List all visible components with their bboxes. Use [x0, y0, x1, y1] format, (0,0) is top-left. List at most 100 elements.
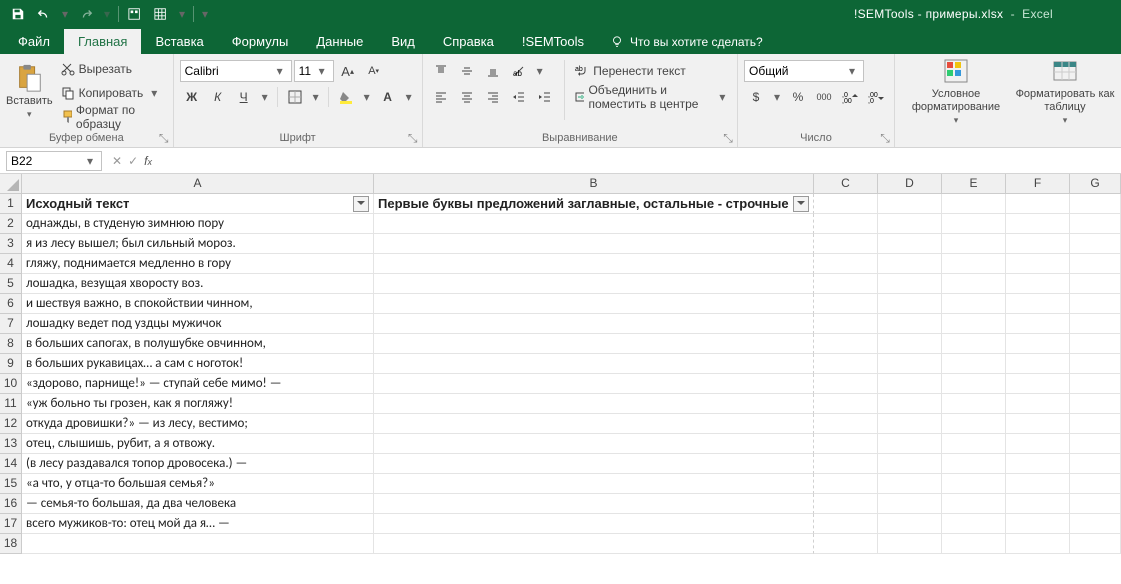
borders-dd[interactable]: ▾: [309, 90, 323, 104]
name-box[interactable]: B22▾: [6, 151, 102, 171]
cell-A14[interactable]: (в лесу раздавался топор дровосека.) —: [22, 454, 374, 474]
cell-A11[interactable]: «уж больно ты грозен, как я погляжу!: [22, 394, 374, 414]
tab-data[interactable]: Данные: [302, 29, 377, 54]
cell-B6[interactable]: [374, 294, 814, 314]
align-center-icon[interactable]: [455, 86, 479, 108]
fx-icon[interactable]: fx: [144, 154, 152, 168]
cell-G3[interactable]: [1070, 234, 1121, 254]
cell-E9[interactable]: [942, 354, 1006, 374]
cell-C14[interactable]: [814, 454, 878, 474]
qat-icon-1[interactable]: [123, 3, 147, 25]
row-18[interactable]: 18: [0, 534, 22, 554]
cell-D13[interactable]: [878, 434, 942, 454]
cell-F12[interactable]: [1006, 414, 1070, 434]
align-bottom-icon[interactable]: [481, 60, 505, 82]
cell-G12[interactable]: [1070, 414, 1121, 434]
cell-A5[interactable]: лошадка, везущая хворосту воз.: [22, 274, 374, 294]
cell-E11[interactable]: [942, 394, 1006, 414]
currency-icon[interactable]: $: [744, 86, 768, 108]
cell-C6[interactable]: [814, 294, 878, 314]
conditional-formatting-button[interactable]: Условное форматирование▾: [901, 56, 1011, 126]
cell-G9[interactable]: [1070, 354, 1121, 374]
orient-dd[interactable]: ▾: [533, 64, 547, 78]
cell-C11[interactable]: [814, 394, 878, 414]
select-all-corner[interactable]: [0, 174, 22, 194]
cell-F13[interactable]: [1006, 434, 1070, 454]
cell-G17[interactable]: [1070, 514, 1121, 534]
cell-G7[interactable]: [1070, 314, 1121, 334]
cell-C4[interactable]: [814, 254, 878, 274]
col-E[interactable]: E: [942, 174, 1006, 194]
decrease-font-icon[interactable]: A▾: [362, 60, 386, 82]
cell-E4[interactable]: [942, 254, 1006, 274]
font-size-select[interactable]: 11▾: [294, 60, 334, 82]
cell-C3[interactable]: [814, 234, 878, 254]
cell-D8[interactable]: [878, 334, 942, 354]
cell-E2[interactable]: [942, 214, 1006, 234]
italic-button[interactable]: К: [206, 86, 230, 108]
row-1[interactable]: 1: [0, 194, 22, 214]
cell-G2[interactable]: [1070, 214, 1121, 234]
cell-G10[interactable]: [1070, 374, 1121, 394]
tab-semtools[interactable]: !SEMTools: [508, 29, 598, 54]
cell-A6[interactable]: и шествуя важно, в спокойствии чинном,: [22, 294, 374, 314]
col-F[interactable]: F: [1006, 174, 1070, 194]
cell-F18[interactable]: [1006, 534, 1070, 554]
row-7[interactable]: 7: [0, 314, 22, 334]
cell-A18[interactable]: [22, 534, 374, 554]
cell-C15[interactable]: [814, 474, 878, 494]
align-middle-icon[interactable]: [455, 60, 479, 82]
align-left-icon[interactable]: [429, 86, 453, 108]
cell-E6[interactable]: [942, 294, 1006, 314]
cell-A2[interactable]: однажды, в студеную зимнюю пору: [22, 214, 374, 234]
cell-A17[interactable]: всего мужиков-то: отец мой да я… —: [22, 514, 374, 534]
row-8[interactable]: 8: [0, 334, 22, 354]
number-launcher[interactable]: ⤡: [878, 131, 892, 145]
cell-B17[interactable]: [374, 514, 814, 534]
cell-A3[interactable]: я из лесу вышел; был сильный мороз.: [22, 234, 374, 254]
cell-G16[interactable]: [1070, 494, 1121, 514]
cell-D15[interactable]: [878, 474, 942, 494]
cell-G13[interactable]: [1070, 434, 1121, 454]
wrap-text-button[interactable]: abПеренести текст: [571, 60, 731, 82]
column-headers[interactable]: ABCDEFG: [22, 174, 1121, 194]
tab-insert[interactable]: Вставка: [141, 29, 217, 54]
row-headers[interactable]: 123456789101112131415161718: [0, 194, 22, 554]
cell-F11[interactable]: [1006, 394, 1070, 414]
font-color-button[interactable]: A: [376, 86, 400, 108]
cell-G14[interactable]: [1070, 454, 1121, 474]
cell-B2[interactable]: [374, 214, 814, 234]
col-G[interactable]: G: [1070, 174, 1121, 194]
cell-F6[interactable]: [1006, 294, 1070, 314]
save-icon[interactable]: [6, 3, 30, 25]
cell-D11[interactable]: [878, 394, 942, 414]
decrease-decimal-icon[interactable]: ,00,0: [864, 86, 888, 108]
cell-C12[interactable]: [814, 414, 878, 434]
col-A[interactable]: A: [22, 174, 374, 194]
row-14[interactable]: 14: [0, 454, 22, 474]
borders-button[interactable]: [283, 86, 307, 108]
paste-button[interactable]: Вставить ▾: [6, 56, 53, 126]
cell-G18[interactable]: [1070, 534, 1121, 554]
cell-E17[interactable]: [942, 514, 1006, 534]
cell-D1[interactable]: [878, 194, 942, 214]
underline-dd[interactable]: ▾: [258, 90, 272, 104]
col-B[interactable]: B: [374, 174, 814, 194]
cell-B5[interactable]: [374, 274, 814, 294]
format-as-table-button[interactable]: Форматировать как таблицу▾: [1015, 56, 1115, 126]
cell-E7[interactable]: [942, 314, 1006, 334]
undo-icon[interactable]: [32, 3, 56, 25]
cell-D12[interactable]: [878, 414, 942, 434]
align-top-icon[interactable]: [429, 60, 453, 82]
fill-color-button[interactable]: [334, 86, 358, 108]
row-9[interactable]: 9: [0, 354, 22, 374]
cell-D10[interactable]: [878, 374, 942, 394]
cell-B10[interactable]: [374, 374, 814, 394]
cell-F9[interactable]: [1006, 354, 1070, 374]
cell-F15[interactable]: [1006, 474, 1070, 494]
cell-A1[interactable]: Исходный текст: [22, 194, 374, 214]
increase-font-icon[interactable]: A▴: [336, 60, 360, 82]
cell-B13[interactable]: [374, 434, 814, 454]
cell-C5[interactable]: [814, 274, 878, 294]
cells-area[interactable]: Исходный текстПервые буквы предложений з…: [22, 194, 1121, 554]
